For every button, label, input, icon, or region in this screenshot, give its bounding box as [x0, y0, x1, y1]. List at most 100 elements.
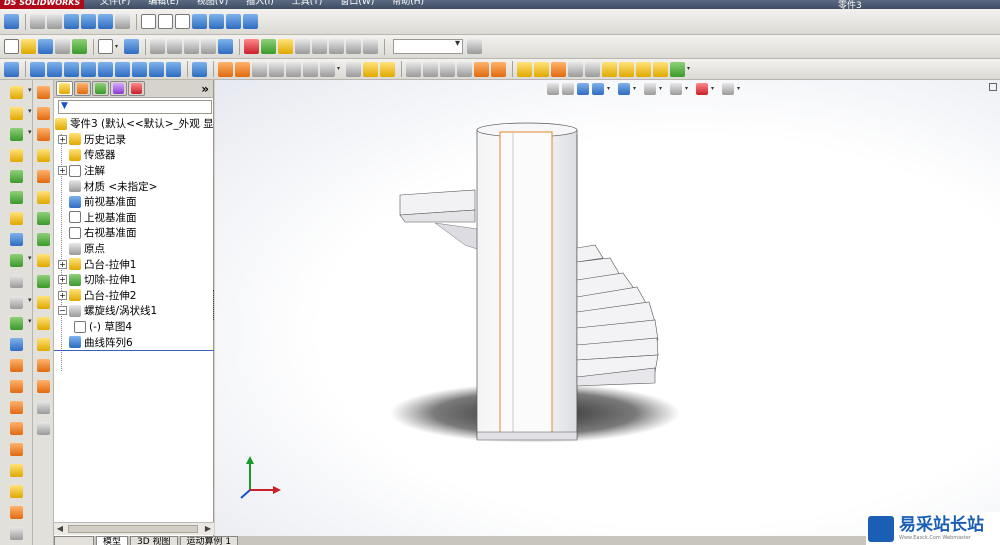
arc-icon[interactable]: [602, 61, 617, 77]
expand-toggle[interactable]: −: [58, 306, 67, 316]
menu-item-tools[interactable]: 工具(T): [292, 0, 323, 9]
zoom-in-out-icon[interactable]: [64, 14, 79, 29]
bottom-view-icon[interactable]: [115, 61, 130, 77]
line-tool-icon[interactable]: [36, 107, 50, 120]
sketch-tool-icon[interactable]: [36, 86, 50, 99]
tab-3d-views[interactable]: 3D 视图: [130, 536, 178, 545]
swept-cut-icon[interactable]: [9, 212, 23, 225]
wireframe-icon[interactable]: [141, 14, 156, 29]
tree-item-curve-pattern6[interactable]: 曲线阵列6: [54, 334, 213, 350]
zoom-area-icon[interactable]: [47, 14, 62, 29]
measure-icon[interactable]: [406, 61, 421, 77]
layer-icon[interactable]: [150, 39, 165, 54]
layer-combo[interactable]: [393, 38, 463, 54]
menu-item-file[interactable]: 文件(F): [100, 0, 130, 9]
render-options-icon[interactable]: [312, 39, 327, 54]
expand-toggle[interactable]: +: [58, 275, 67, 285]
tab-dimxpert[interactable]: [110, 81, 127, 96]
shaded-with-edges-icon[interactable]: [192, 14, 207, 29]
spline-icon[interactable]: [619, 61, 634, 77]
offset-icon[interactable]: [653, 61, 668, 77]
trim-tool-icon[interactable]: [36, 317, 50, 330]
dome-feature-icon[interactable]: [9, 464, 23, 477]
rebuild-icon[interactable]: [72, 39, 87, 54]
preview-render-icon[interactable]: [346, 39, 361, 54]
section-view-icon[interactable]: [440, 61, 455, 77]
rectangle-icon[interactable]: [568, 61, 583, 77]
appearance-icon[interactable]: [244, 39, 259, 54]
fillet-tool-icon[interactable]: [36, 254, 50, 267]
arc-tool-icon[interactable]: [36, 170, 50, 183]
circle-tool-icon[interactable]: [36, 149, 50, 162]
scene-icon[interactable]: [261, 39, 276, 54]
lofted-cut-icon[interactable]: [9, 233, 23, 246]
lofted-boss-icon[interactable]: [9, 149, 23, 162]
revolved-boss-icon[interactable]: [9, 107, 32, 120]
schedule-render-icon[interactable]: [363, 39, 378, 54]
zebra-stripes-icon[interactable]: [491, 61, 506, 77]
tab-motion-study[interactable]: 运动算例 1: [179, 536, 239, 545]
line-icon[interactable]: [551, 61, 566, 77]
graphics-viewport[interactable]: ▾ ▾ ▾ ▾ ▾ ▾: [215, 80, 1000, 536]
smart-dimension-icon[interactable]: [534, 61, 549, 77]
rib-icon[interactable]: [286, 61, 301, 77]
menu-item-view[interactable]: 视图(V): [197, 0, 228, 9]
line-font-icon[interactable]: [218, 39, 233, 54]
tree-item-part[interactable]: 零件3 (默认<<默认>_外观 显: [54, 116, 213, 132]
revolved-cut-icon[interactable]: [9, 191, 23, 204]
tree-item-right-plane[interactable]: 右视基准面: [54, 225, 213, 241]
shaded-icon[interactable]: [209, 14, 224, 29]
extend-tool-icon[interactable]: [36, 338, 50, 351]
offset-tool-icon[interactable]: [36, 359, 50, 372]
tree-item-origin[interactable]: 原点: [54, 241, 213, 257]
chevron-down-icon[interactable]: ▾: [115, 43, 121, 50]
rotate-view-icon[interactable]: [81, 14, 96, 29]
decal-icon[interactable]: [278, 39, 293, 54]
chevron-down-icon[interactable]: ▾: [337, 66, 343, 72]
curves-icon[interactable]: [9, 317, 32, 330]
tab-featuremanager[interactable]: [56, 81, 73, 96]
linear-pattern-icon[interactable]: [363, 61, 378, 77]
pan-view-icon[interactable]: [98, 14, 113, 29]
extruded-boss-icon[interactable]: [9, 86, 32, 99]
tree-item-annotations[interactable]: + 注解: [54, 163, 213, 179]
tab-propertymanager[interactable]: [74, 81, 91, 96]
right-view-icon[interactable]: [81, 61, 96, 77]
open-folder-icon[interactable]: [21, 39, 36, 54]
tree-item-cut-extrude1[interactable]: + 切除-拉伸1: [54, 272, 213, 288]
new-document-icon[interactable]: [4, 39, 19, 54]
intersect-icon[interactable]: [9, 506, 23, 519]
tree-filter[interactable]: ▼: [58, 100, 212, 114]
expand-toggle[interactable]: +: [58, 290, 67, 300]
sketch-icon[interactable]: [517, 61, 532, 77]
dome-icon[interactable]: [320, 61, 335, 77]
hole-feature-icon[interactable]: [9, 527, 23, 540]
left-view-icon[interactable]: [64, 61, 79, 77]
circle-icon[interactable]: [585, 61, 600, 77]
ellipse-tool-icon[interactable]: [36, 233, 50, 246]
draft-feature-icon[interactable]: [9, 443, 23, 456]
zoom-fit-icon[interactable]: [30, 14, 45, 29]
previous-view-icon[interactable]: [115, 14, 130, 29]
render-region-icon[interactable]: [295, 39, 310, 54]
mirror-icon[interactable]: [670, 61, 685, 77]
options-icon[interactable]: [124, 39, 139, 54]
check-icon[interactable]: [457, 61, 472, 77]
line-thickness-icon[interactable]: [184, 39, 199, 54]
mass-properties-icon[interactable]: [423, 61, 438, 77]
hole-wizard-icon[interactable]: [346, 61, 361, 77]
tab-configuration[interactable]: [92, 81, 109, 96]
line-color-icon[interactable]: [167, 39, 182, 54]
expand-toggle[interactable]: +: [58, 134, 67, 144]
line-style-icon[interactable]: [201, 39, 216, 54]
top-view-icon[interactable]: [98, 61, 113, 77]
pattern-tool-icon[interactable]: [36, 401, 50, 414]
menu-item-window[interactable]: 窗口(W): [340, 0, 374, 9]
final-render-icon[interactable]: [329, 39, 344, 54]
perspective-icon[interactable]: [243, 14, 258, 29]
instant3d-icon[interactable]: [9, 338, 23, 351]
mirror-feature-icon[interactable]: [9, 275, 23, 288]
layer-properties-icon[interactable]: [467, 39, 482, 54]
rib-feature-icon[interactable]: [9, 422, 23, 435]
back-view-icon[interactable]: [47, 61, 62, 77]
